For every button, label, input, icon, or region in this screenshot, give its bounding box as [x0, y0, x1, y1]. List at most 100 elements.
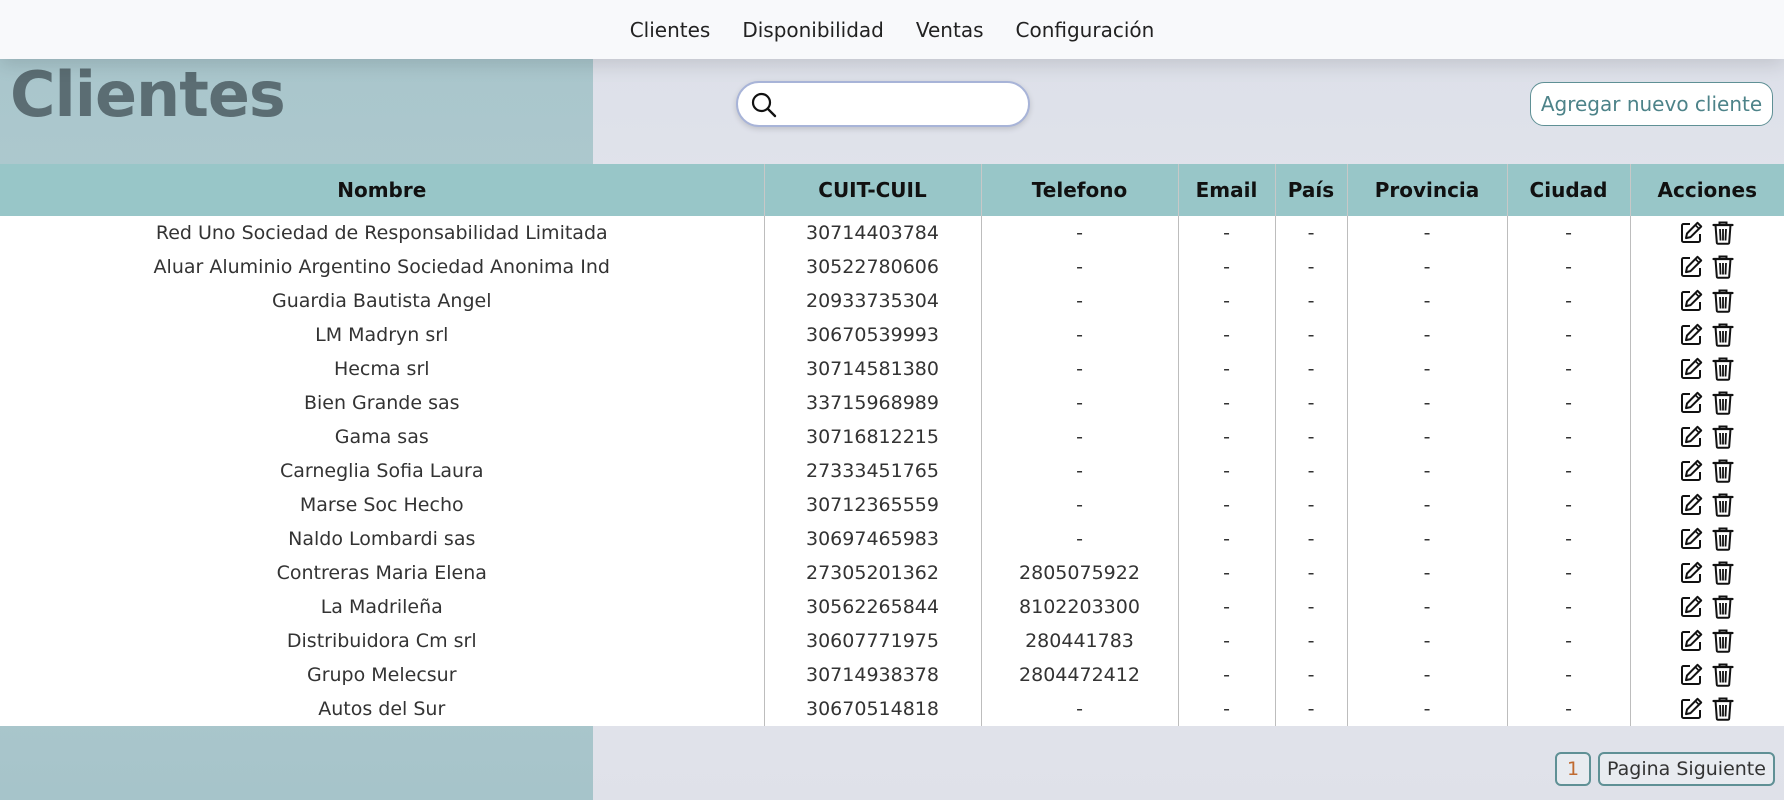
- edit-icon[interactable]: [1678, 288, 1704, 314]
- nav-item-ventas[interactable]: Ventas: [916, 18, 984, 42]
- search-icon[interactable]: [750, 91, 778, 119]
- cell-provincia: -: [1346, 420, 1507, 454]
- edit-icon[interactable]: [1678, 390, 1704, 416]
- trash-icon[interactable]: [1710, 288, 1736, 314]
- edit-icon[interactable]: [1678, 322, 1704, 348]
- cell-provincia: -: [1346, 454, 1507, 488]
- add-client-button[interactable]: Agregar nuevo cliente: [1530, 82, 1773, 126]
- column-header-ciudad: Ciudad: [1506, 164, 1630, 216]
- table-row: Autos del Sur 30670514818- - - - -: [0, 692, 1784, 726]
- cell-provincia: -: [1346, 658, 1507, 692]
- cell-ciudad: -: [1506, 352, 1630, 386]
- trash-icon[interactable]: [1710, 628, 1736, 654]
- cell-ciudad: -: [1506, 556, 1630, 590]
- cell-nombre: Contreras Maria Elena: [276, 562, 487, 584]
- cell-acciones: [1629, 386, 1784, 420]
- cell-provincia: -: [1346, 590, 1507, 624]
- trash-icon[interactable]: [1710, 662, 1736, 688]
- cell-email: -: [1177, 352, 1275, 386]
- trash-icon[interactable]: [1710, 492, 1736, 518]
- trash-icon[interactable]: [1710, 560, 1736, 586]
- cell-email: -: [1177, 216, 1275, 250]
- cell-telefono: -: [980, 454, 1178, 488]
- trash-icon[interactable]: [1710, 458, 1736, 484]
- trash-icon[interactable]: [1710, 322, 1736, 348]
- trash-icon[interactable]: [1710, 696, 1736, 722]
- cell-provincia: -: [1346, 522, 1507, 556]
- cell-ciudad: -: [1506, 692, 1630, 726]
- cell-telefono: 280441783: [980, 624, 1178, 658]
- nav-item-disponibilidad[interactable]: Disponibilidad: [742, 18, 884, 42]
- cell-ciudad: -: [1506, 488, 1630, 522]
- trash-icon[interactable]: [1710, 594, 1736, 620]
- nav-item-clientes[interactable]: Clientes: [630, 18, 711, 42]
- table-row: Grupo Melecsur 30714938378 2804472412- - - -: [0, 658, 1784, 692]
- cell-cuit: 30697465983: [763, 522, 981, 556]
- page-number-button[interactable]: 1: [1555, 752, 1591, 786]
- cell-pais: -: [1274, 284, 1347, 318]
- cell-pais: -: [1274, 216, 1347, 250]
- cell-email: -: [1177, 386, 1275, 420]
- edit-icon[interactable]: [1678, 628, 1704, 654]
- edit-icon[interactable]: [1678, 662, 1704, 688]
- cell-cuit: 30607771975: [763, 624, 981, 658]
- cell-nombre: Grupo Melecsur: [306, 664, 457, 686]
- cell-ciudad: -: [1506, 216, 1630, 250]
- cell-ciudad: -: [1506, 454, 1630, 488]
- cell-email: -: [1177, 692, 1275, 726]
- edit-icon[interactable]: [1678, 696, 1704, 722]
- cell-email: -: [1177, 250, 1275, 284]
- cell-pais: -: [1274, 386, 1347, 420]
- cell-acciones: [1629, 522, 1784, 556]
- nav-item-configuracion[interactable]: Configuración: [1016, 18, 1155, 42]
- trash-icon[interactable]: [1710, 424, 1736, 450]
- next-page-button[interactable]: Pagina Siguiente: [1598, 752, 1775, 786]
- edit-icon[interactable]: [1678, 526, 1704, 552]
- cell-telefono: -: [980, 522, 1178, 556]
- trash-icon[interactable]: [1710, 356, 1736, 382]
- edit-icon[interactable]: [1678, 594, 1704, 620]
- cell-cuit: 30562265844: [763, 590, 981, 624]
- search-input[interactable]: [788, 89, 1018, 119]
- cell-cuit: 27333451765: [763, 454, 981, 488]
- cell-pais: -: [1274, 590, 1347, 624]
- cell-ciudad: -: [1506, 522, 1630, 556]
- cell-cuit: 33715968989: [763, 386, 981, 420]
- cell-acciones: [1629, 624, 1784, 658]
- cell-telefono: -: [980, 386, 1178, 420]
- trash-icon[interactable]: [1710, 254, 1736, 280]
- cell-email: -: [1177, 658, 1275, 692]
- cell-provincia: -: [1346, 318, 1507, 352]
- edit-icon[interactable]: [1678, 492, 1704, 518]
- edit-icon[interactable]: [1678, 254, 1704, 280]
- table-row: Gama sas 30716812215- - - - -: [0, 420, 1784, 454]
- cell-telefono: -: [980, 488, 1178, 522]
- column-header-provincia: Provincia: [1346, 164, 1507, 216]
- edit-icon[interactable]: [1678, 220, 1704, 246]
- cell-email: -: [1177, 556, 1275, 590]
- cell-telefono: 8102203300: [980, 590, 1178, 624]
- edit-icon[interactable]: [1678, 356, 1704, 382]
- edit-icon[interactable]: [1678, 424, 1704, 450]
- cell-email: -: [1177, 454, 1275, 488]
- cell-ciudad: -: [1506, 624, 1630, 658]
- trash-icon[interactable]: [1710, 220, 1736, 246]
- table-row: Contreras Maria Elena 27305201362 28050759…: [0, 556, 1784, 590]
- search-box[interactable]: [736, 81, 1030, 127]
- clients-table: Nombre CUIT-CUIL Telefono Email País Provinci…: [0, 164, 1784, 726]
- cell-acciones: [1629, 216, 1784, 250]
- edit-icon[interactable]: [1678, 560, 1704, 586]
- cell-ciudad: -: [1506, 284, 1630, 318]
- edit-icon[interactable]: [1678, 458, 1704, 484]
- cell-cuit: 30716812215: [763, 420, 981, 454]
- table-row: Naldo Lombardi sas 30697465983- - - - -: [0, 522, 1784, 556]
- cell-nombre: Bien Grande sas: [303, 392, 460, 414]
- cell-ciudad: -: [1506, 590, 1630, 624]
- trash-icon[interactable]: [1710, 390, 1736, 416]
- cell-cuit: 30714938378: [763, 658, 981, 692]
- table-row: Red Uno Sociedad de Responsabilidad Limi…: [0, 216, 1784, 250]
- trash-icon[interactable]: [1710, 526, 1736, 552]
- cell-acciones: [1629, 284, 1784, 318]
- cell-nombre: Gama sas: [334, 426, 429, 448]
- cell-acciones: [1629, 590, 1784, 624]
